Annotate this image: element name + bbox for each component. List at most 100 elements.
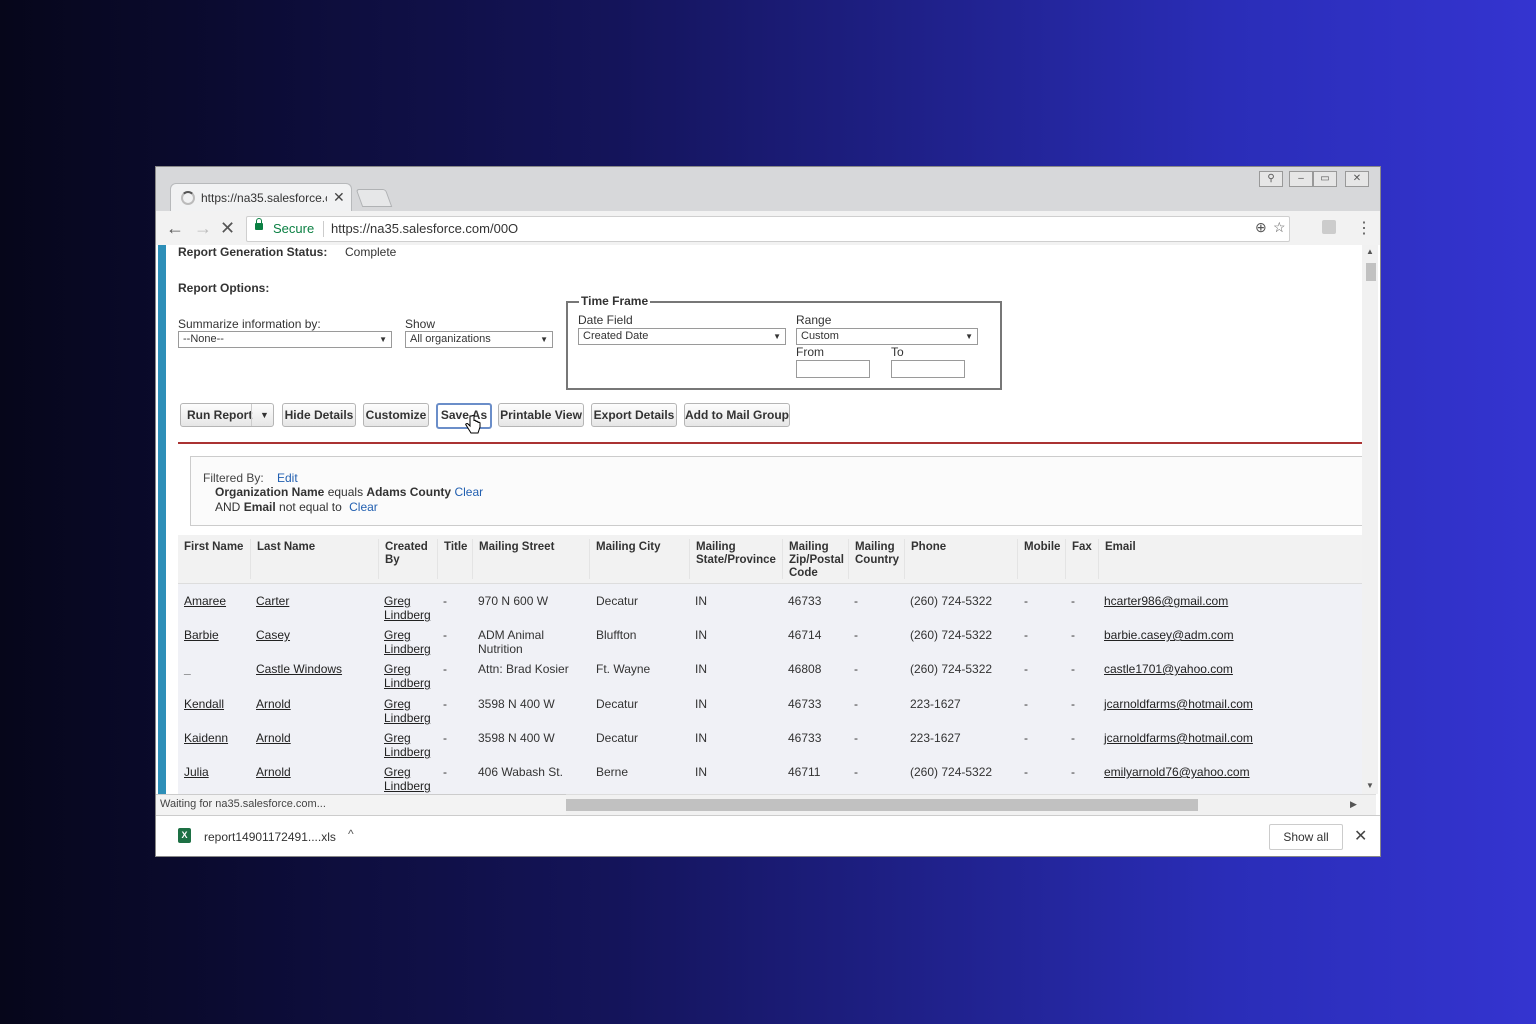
table-row: _ Castle Windows Greg Lindberg - Attn: B…: [184, 662, 1233, 690]
menu-kebab-icon[interactable]: ⋮: [1356, 218, 1372, 238]
header-phone[interactable]: Phone: [911, 541, 946, 554]
lock-icon: [255, 218, 263, 230]
last-name-link[interactable]: Arnold: [256, 731, 291, 745]
first-name-link[interactable]: Barbie: [184, 628, 219, 642]
loading-spinner-icon: [181, 191, 195, 205]
edit-filter-link[interactable]: Edit: [277, 471, 298, 485]
chevron-up-icon[interactable]: ^: [348, 827, 354, 841]
excel-file-icon: X: [178, 828, 191, 843]
email-link[interactable]: jcarnoldfarms@hotmail.com: [1104, 697, 1253, 711]
date-field-select[interactable]: Created Date ▼: [578, 328, 786, 345]
browser-toolbar: ← → ✕ Secure https://na35.salesforce.com…: [156, 211, 1380, 246]
status-bar: Waiting for na35.salesforce.com...: [156, 794, 567, 815]
header-mailing-zip[interactable]: Mailing Zip/Postal Code: [789, 541, 847, 580]
header-title[interactable]: Title: [444, 541, 467, 554]
maximize-button[interactable]: ▭: [1313, 171, 1337, 187]
header-email[interactable]: Email: [1105, 541, 1136, 554]
last-name-link[interactable]: Arnold: [256, 697, 291, 711]
extension-icon[interactable]: [1322, 220, 1336, 234]
profile-icon[interactable]: ⚲: [1259, 171, 1283, 187]
first-name-link[interactable]: Kendall: [184, 697, 224, 711]
header-fax[interactable]: Fax: [1072, 541, 1092, 554]
date-field-label: Date Field: [578, 313, 633, 327]
browser-tab[interactable]: https://na35.salesforce.c ✕: [170, 183, 352, 212]
filtered-by-label: Filtered By:: [203, 471, 264, 485]
close-downloads-icon[interactable]: ✕: [1354, 826, 1367, 846]
last-name-link[interactable]: Castle Windows: [256, 662, 342, 676]
email-link[interactable]: hcarter986@gmail.com: [1104, 594, 1228, 608]
chevron-down-icon: ▼: [379, 335, 387, 344]
scroll-up-icon[interactable]: ▲: [1366, 247, 1374, 256]
header-mailing-country[interactable]: Mailing Country: [855, 541, 905, 567]
forward-arrow-icon[interactable]: →: [194, 218, 212, 239]
last-name-link[interactable]: Arnold: [256, 765, 291, 779]
filter-line-2: AND Email not equal to Clear: [215, 500, 378, 514]
first-name-link[interactable]: Julia: [184, 765, 209, 779]
chevron-down-icon: ▼: [965, 332, 973, 341]
range-label: Range: [796, 313, 832, 327]
summarize-label: Summarize information by:: [178, 317, 321, 331]
summarize-select[interactable]: --None-- ▼: [178, 331, 392, 348]
header-mailing-state[interactable]: Mailing State/Province: [696, 541, 782, 567]
header-mailing-street[interactable]: Mailing Street: [479, 541, 554, 554]
vertical-scrollbar[interactable]: ▲ ▼: [1362, 245, 1378, 794]
time-frame-legend: Time Frame: [579, 294, 651, 308]
zoom-icon[interactable]: ⊕: [1255, 219, 1267, 236]
email-link[interactable]: emilyarnold76@yahoo.com: [1104, 765, 1250, 779]
scroll-thumb[interactable]: [1366, 263, 1376, 281]
report-options-heading: Report Options:: [178, 281, 270, 295]
scroll-down-icon[interactable]: ▼: [1366, 781, 1374, 790]
hide-details-button[interactable]: Hide Details: [282, 403, 356, 427]
show-all-button[interactable]: Show all: [1269, 824, 1343, 850]
minimize-button[interactable]: –: [1289, 171, 1313, 187]
created-by-link[interactable]: Greg Lindberg: [384, 765, 434, 793]
horizontal-scroll-thumb[interactable]: [566, 799, 1198, 811]
email-link[interactable]: barbie.casey@adm.com: [1104, 628, 1234, 642]
clear-filter-1-link[interactable]: Clear: [454, 485, 483, 499]
header-mobile[interactable]: Mobile: [1024, 541, 1060, 554]
save-as-button[interactable]: Save As: [436, 403, 492, 429]
created-by-link[interactable]: Greg Lindberg: [384, 662, 434, 690]
close-window-button[interactable]: ✕: [1345, 171, 1369, 187]
header-created-by[interactable]: Created By: [385, 541, 435, 567]
back-arrow-icon[interactable]: ←: [166, 218, 184, 239]
chevron-down-icon: ▼: [773, 332, 781, 341]
header-mailing-city[interactable]: Mailing City: [596, 541, 661, 554]
customize-button[interactable]: Customize: [363, 403, 429, 427]
url-text: https://na35.salesforce.com/00O: [331, 221, 519, 236]
add-to-mail-group-button[interactable]: Add to Mail Group: [684, 403, 790, 427]
printable-view-button[interactable]: Printable View: [498, 403, 584, 427]
report-page: Report Generation Status: Complete Repor…: [156, 245, 1380, 794]
to-date-input[interactable]: [891, 360, 965, 378]
bookmark-star-icon[interactable]: ☆: [1273, 219, 1286, 236]
address-bar[interactable]: Secure https://na35.salesforce.com/00O ⊕…: [246, 216, 1290, 242]
clear-filter-2-link[interactable]: Clear: [349, 500, 378, 514]
chevron-down-icon[interactable]: ▼: [260, 404, 269, 426]
table-row: Barbie Casey Greg Lindberg - ADM Animal …: [184, 628, 1234, 656]
table-row: Kendall Arnold Greg Lindberg - 3598 N 40…: [184, 697, 1253, 725]
email-link[interactable]: castle1701@yahoo.com: [1104, 662, 1233, 676]
range-select[interactable]: Custom ▼: [796, 328, 978, 345]
export-details-button[interactable]: Export Details: [591, 403, 677, 427]
from-date-input[interactable]: [796, 360, 870, 378]
first-name-link[interactable]: Amaree: [184, 594, 226, 608]
hand-cursor-icon: [465, 415, 481, 434]
stop-loading-icon[interactable]: ✕: [220, 218, 235, 239]
header-first-name[interactable]: First Name: [184, 541, 243, 554]
header-last-name[interactable]: Last Name: [257, 541, 315, 554]
show-select[interactable]: All organizations ▼: [405, 331, 553, 348]
table-row: Julia Arnold Greg Lindberg - 406 Wabash …: [184, 765, 1250, 793]
run-report-button[interactable]: Run Report ▼: [180, 403, 274, 427]
status-text: Waiting for na35.salesforce.com...: [160, 798, 326, 810]
table-body: Amaree Carter Greg Lindberg - 970 N 600 …: [178, 584, 1362, 794]
scroll-right-icon[interactable]: ▶: [1350, 799, 1357, 810]
first-name-link[interactable]: _: [184, 662, 191, 676]
email-link[interactable]: jcarnoldfarms@hotmail.com: [1104, 731, 1253, 745]
close-tab-icon[interactable]: ✕: [333, 189, 345, 206]
last-name-link[interactable]: Casey: [256, 628, 290, 642]
horizontal-scrollbar[interactable]: ▶: [566, 794, 1376, 815]
download-file-name[interactable]: report14901172491....xls: [204, 830, 336, 844]
new-tab-button[interactable]: [355, 189, 393, 207]
last-name-link[interactable]: Carter: [256, 594, 289, 608]
first-name-link[interactable]: Kaidenn: [184, 731, 228, 745]
